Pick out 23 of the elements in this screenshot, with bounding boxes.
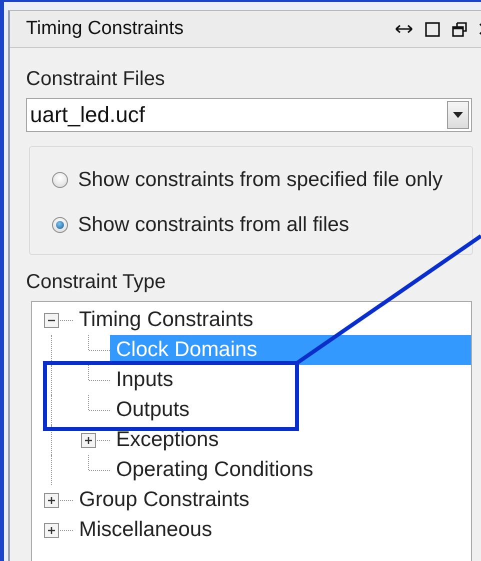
- tree-item[interactable]: Outputs: [110, 395, 471, 425]
- radio-label[interactable]: Show constraints from specified file only: [78, 168, 443, 192]
- restore-icon[interactable]: [452, 22, 467, 36]
- radio-label[interactable]: Show constraints from all files: [78, 213, 350, 237]
- tree-item[interactable]: Inputs: [110, 365, 471, 395]
- radio-button[interactable]: [52, 172, 68, 188]
- expand-icon[interactable]: [81, 432, 96, 448]
- panel-title: Timing Constraints: [26, 18, 185, 40]
- caret-icon: [453, 112, 463, 118]
- section-label: Constraint Type: [26, 271, 167, 295]
- collapse-icon[interactable]: [44, 312, 59, 328]
- file-dropdown[interactable]: uart_led.ucf: [26, 98, 472, 132]
- expand-icon[interactable]: [44, 492, 59, 508]
- tree-item[interactable]: Exceptions: [110, 425, 471, 455]
- tree-item[interactable]: Miscellaneous: [73, 515, 471, 545]
- double-arrow-icon[interactable]: [395, 23, 413, 35]
- radio-button[interactable]: [52, 217, 68, 233]
- tree-item[interactable]: Group Constraints: [73, 485, 471, 515]
- field-label: Constraint Files: [26, 68, 166, 92]
- tree-item[interactable]: Operating Conditions: [110, 455, 471, 485]
- tree-item[interactable]: Timing Constraints: [73, 305, 471, 335]
- expand-icon[interactable]: [44, 522, 59, 538]
- maximize-icon[interactable]: [425, 22, 440, 36]
